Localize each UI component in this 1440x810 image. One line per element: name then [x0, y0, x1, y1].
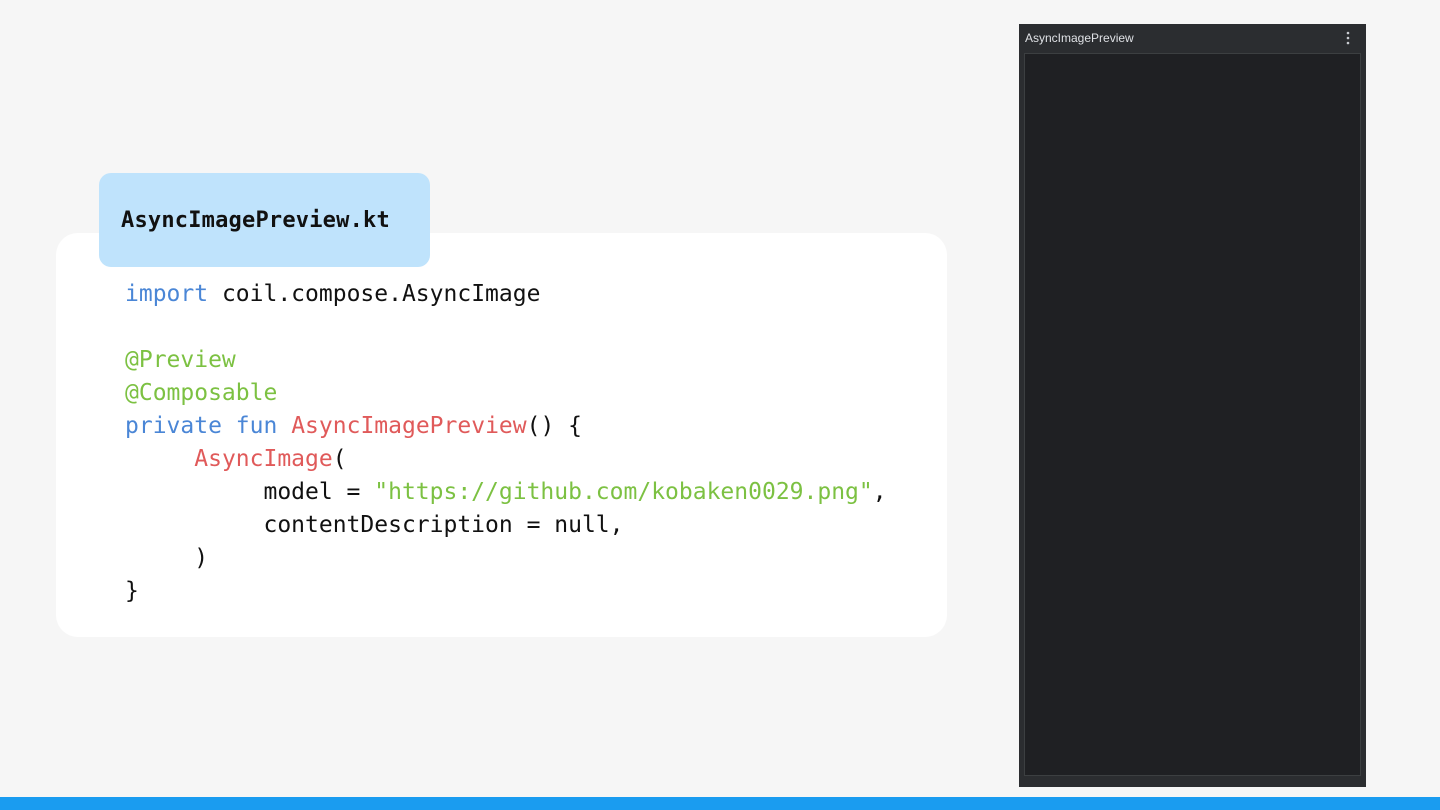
preview-canvas: [1024, 53, 1361, 776]
bottom-accent-bar: [0, 797, 1440, 810]
code-token-kw: private: [125, 413, 222, 439]
code-line: contentDescription = null,: [125, 509, 887, 542]
code-token-plain: model =: [125, 479, 375, 505]
code-token-fn: AsyncImage: [194, 446, 333, 472]
code-token-kw: import: [125, 281, 209, 307]
code-token-fn: AsyncImagePreview: [291, 413, 527, 439]
code-token-kw: fun: [235, 413, 278, 439]
code-line: @Preview: [125, 344, 887, 377]
file-tab-label: AsyncImagePreview.kt: [121, 207, 390, 233]
code-token-ann: @Composable: [125, 380, 278, 406]
code-line: AsyncImage(: [125, 443, 887, 476]
preview-header: AsyncImagePreview: [1019, 24, 1366, 52]
code-line: }: [125, 575, 887, 608]
more-vertical-icon-glyph: [1346, 31, 1350, 45]
code-token-ann: @Preview: [125, 347, 236, 373]
preview-panel: AsyncImagePreview: [1019, 24, 1366, 787]
code-line: import coil.compose.AsyncImage: [125, 278, 887, 311]
code-token-plain: () {: [526, 413, 582, 439]
code-token-plain: ): [125, 545, 209, 571]
code-token-plain: (: [332, 446, 347, 472]
code-token-plain: ,: [872, 479, 887, 505]
code-token-str: "https://github.com/kobaken0029.png": [374, 479, 873, 505]
code-token-plain: contentDescription = null,: [125, 512, 624, 538]
code-line: model = "https://github.com/kobaken0029.…: [125, 476, 887, 509]
code-token-plain: coil.compose.AsyncImage: [208, 281, 541, 307]
code-line: private fun AsyncImagePreview() {: [125, 410, 887, 443]
code-line: @Composable: [125, 377, 887, 410]
code-token-plain: }: [125, 578, 139, 604]
code-line: ): [125, 542, 887, 575]
code-block: import coil.compose.AsyncImage @Preview @C…: [125, 278, 887, 608]
more-vertical-icon[interactable]: [1342, 30, 1354, 46]
preview-title: AsyncImagePreview: [1025, 31, 1134, 45]
file-tab: AsyncImagePreview.kt: [99, 173, 430, 267]
